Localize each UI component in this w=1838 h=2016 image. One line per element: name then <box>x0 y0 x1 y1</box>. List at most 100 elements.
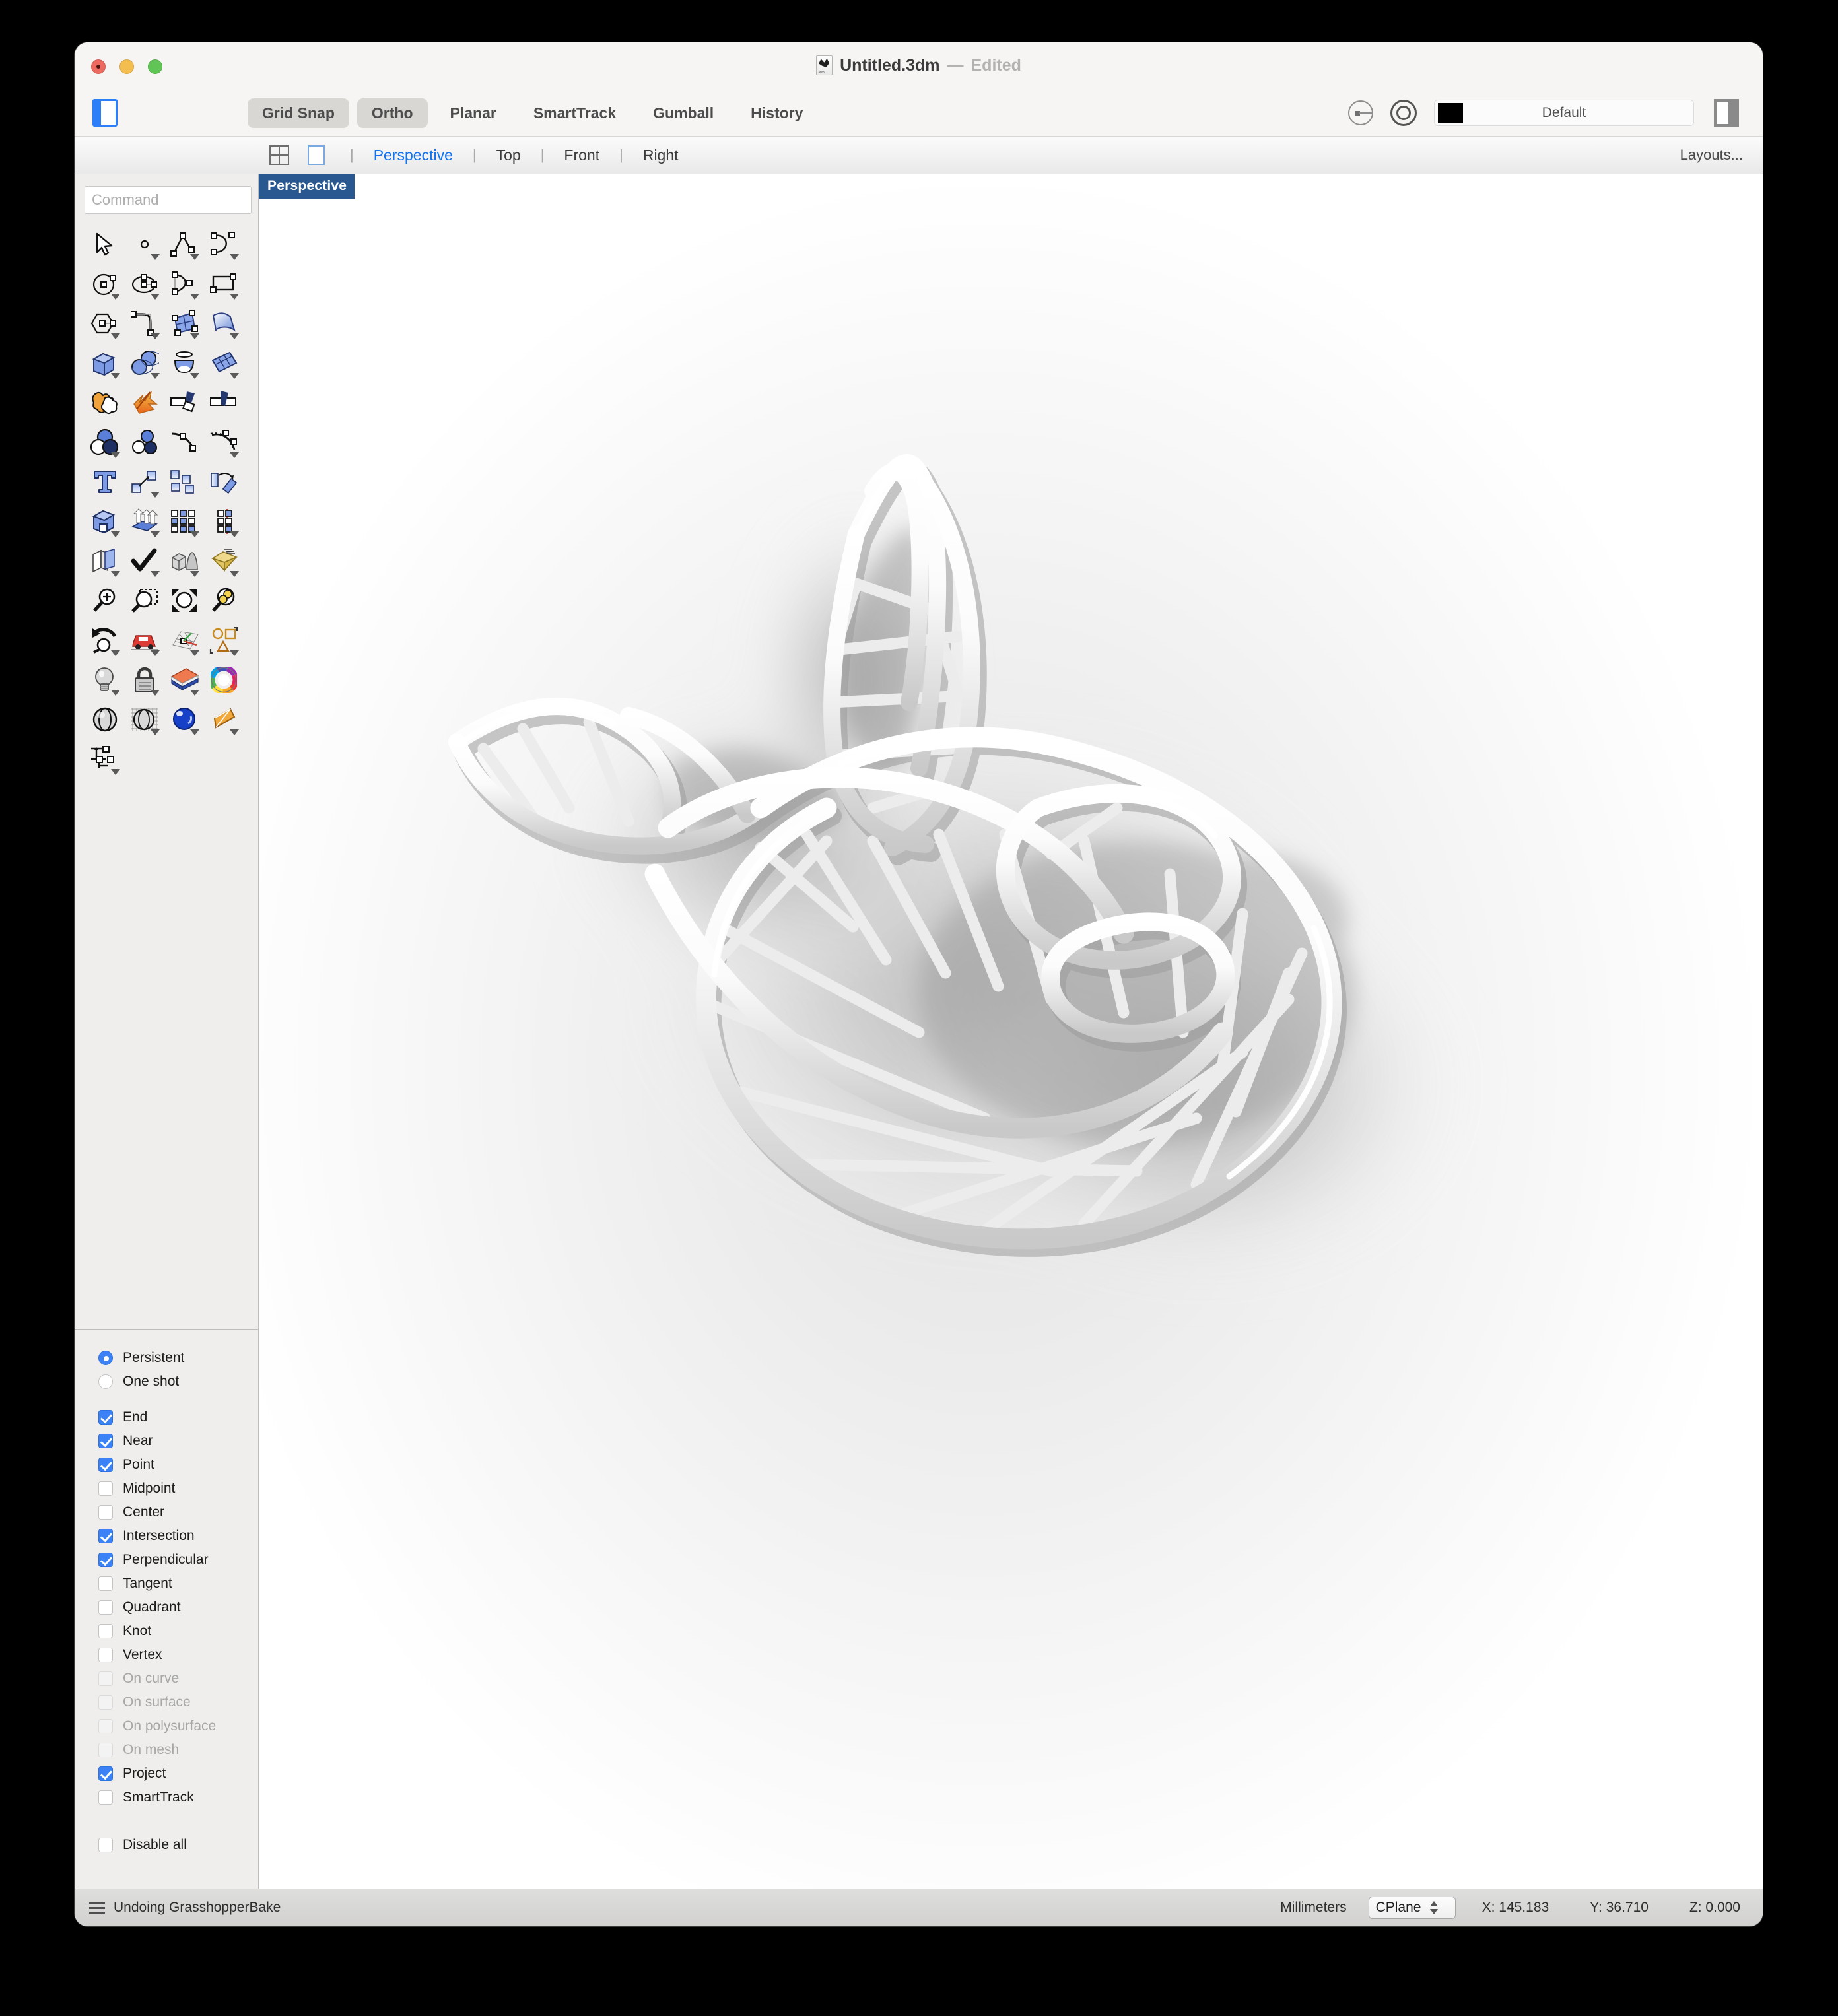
boolean-union-tool[interactable] <box>85 383 125 422</box>
ortho-button[interactable]: Ortho <box>357 98 428 128</box>
osnap-item-intersection[interactable]: Intersection <box>98 1524 258 1548</box>
viewport-label[interactable]: Perspective <box>259 174 355 199</box>
chevron-down-icon[interactable] <box>190 373 199 379</box>
osnap-circle-arrow-icon[interactable] <box>1348 100 1373 125</box>
arc-tool[interactable] <box>164 264 204 304</box>
chevron-down-icon[interactable] <box>230 729 239 735</box>
chevron-down-icon[interactable] <box>111 571 120 577</box>
cplane-select[interactable]: CPlane <box>1368 1897 1456 1919</box>
circle-tool[interactable] <box>85 264 125 304</box>
tab-top[interactable]: Top <box>487 147 530 164</box>
smarttrack-button[interactable]: SmartTrack <box>519 98 630 128</box>
chevron-down-icon[interactable] <box>190 333 199 339</box>
perspective-viewport[interactable]: Perspective <box>259 174 1763 1926</box>
chevron-down-icon[interactable] <box>111 373 120 379</box>
osnap-item-knot[interactable]: Knot <box>98 1619 258 1643</box>
light-tool[interactable] <box>85 660 125 700</box>
osnap-item-point[interactable]: Point <box>98 1453 258 1477</box>
chevron-down-icon[interactable] <box>230 650 239 656</box>
osnap-item-near[interactable]: Near <box>98 1429 258 1453</box>
chevron-down-icon[interactable] <box>151 531 160 537</box>
left-sidebar-toggle-icon[interactable] <box>92 99 118 127</box>
chevron-down-icon[interactable] <box>190 531 199 537</box>
move-tool[interactable] <box>125 462 164 502</box>
checkbox-knot[interactable] <box>98 1624 113 1638</box>
layer-tools[interactable] <box>85 541 125 581</box>
osnap-item-perpendicular[interactable]: Perpendicular <box>98 1548 258 1572</box>
osnap-item-center[interactable]: Center <box>98 1500 258 1524</box>
grid-snap-button[interactable]: Grid Snap <box>248 98 349 128</box>
zoom-previous-tool[interactable] <box>85 621 125 660</box>
named-views-tool[interactable] <box>125 621 164 660</box>
chevron-down-icon[interactable] <box>230 333 239 339</box>
extrude-array-tool[interactable] <box>125 502 164 541</box>
mesh-tools[interactable] <box>164 541 204 581</box>
checkbox-project[interactable] <box>98 1766 113 1781</box>
chevron-down-icon[interactable] <box>190 571 199 577</box>
zoom-tool[interactable] <box>85 581 125 621</box>
chevron-down-icon[interactable] <box>151 650 160 656</box>
chevron-down-icon[interactable] <box>230 294 239 300</box>
chevron-down-icon[interactable] <box>111 333 120 339</box>
osnap-item-midpoint[interactable]: Midpoint <box>98 1477 258 1500</box>
color-wheel-tool[interactable] <box>204 660 244 700</box>
chevron-down-icon[interactable] <box>151 373 160 379</box>
point-tool[interactable] <box>125 224 164 264</box>
osnap-item-smarttrack[interactable]: SmartTrack <box>98 1786 258 1809</box>
checkbox-disable-all[interactable] <box>98 1838 113 1852</box>
chevron-down-icon[interactable] <box>230 571 239 577</box>
chevron-down-icon[interactable] <box>230 254 239 260</box>
chevron-down-icon[interactable] <box>151 729 160 735</box>
osnap-disable-all[interactable]: Disable all <box>98 1833 258 1857</box>
box-tool[interactable] <box>85 343 125 383</box>
text-tool[interactable] <box>85 462 125 502</box>
checkbox-smarttrack[interactable] <box>98 1790 113 1805</box>
tab-front[interactable]: Front <box>555 147 609 164</box>
surface-patch-tool[interactable] <box>204 343 244 383</box>
fillet-tool[interactable] <box>125 304 164 343</box>
checkbox-tangent[interactable] <box>98 1576 113 1591</box>
revolve-tool[interactable] <box>164 343 204 383</box>
checkbox-quadrant[interactable] <box>98 1600 113 1615</box>
chevron-down-icon[interactable] <box>111 769 120 775</box>
record-circle-icon[interactable] <box>1390 100 1417 126</box>
split-tool[interactable] <box>164 383 204 422</box>
chevron-down-icon[interactable] <box>111 294 120 300</box>
chevron-down-icon[interactable] <box>151 254 160 260</box>
polygon-tool[interactable] <box>85 304 125 343</box>
chevron-down-icon[interactable] <box>151 333 160 339</box>
chevron-down-icon[interactable] <box>190 294 199 300</box>
osnap-mode-persistent[interactable]: Persistent <box>98 1346 258 1370</box>
tab-right[interactable]: Right <box>634 147 688 164</box>
chevron-down-icon[interactable] <box>230 452 239 458</box>
chevron-down-icon[interactable] <box>190 729 199 735</box>
checkbox-end[interactable] <box>98 1410 113 1425</box>
rebuild-curve-tool[interactable] <box>204 422 244 462</box>
mirror-tool[interactable] <box>204 502 244 541</box>
rendered-view-tool[interactable] <box>164 700 204 739</box>
curve-edit-points-tool[interactable] <box>164 422 204 462</box>
osnap-item-end[interactable]: End <box>98 1405 258 1429</box>
trim-tool[interactable] <box>204 383 244 422</box>
osnap-item-tangent[interactable]: Tangent <box>98 1572 258 1596</box>
curve-tool[interactable] <box>204 224 244 264</box>
copy-tool[interactable] <box>164 462 204 502</box>
chevron-down-icon[interactable] <box>111 531 120 537</box>
chevron-down-icon[interactable] <box>190 254 199 260</box>
chevron-down-icon[interactable] <box>190 690 199 696</box>
checkbox-midpoint[interactable] <box>98 1481 113 1496</box>
spotlight-tool[interactable] <box>204 700 244 739</box>
zoom-extents-tool[interactable] <box>164 581 204 621</box>
sphere-boolean-tool[interactable] <box>125 343 164 383</box>
boolean-ops-tool[interactable] <box>85 422 125 462</box>
right-sidebar-toggle-icon[interactable] <box>1714 99 1739 127</box>
rotate-tool[interactable] <box>204 462 244 502</box>
solid-edit-tool[interactable] <box>85 502 125 541</box>
checkbox-vertex[interactable] <box>98 1648 113 1662</box>
cplane-tool[interactable] <box>164 621 204 660</box>
dimension-tool[interactable] <box>85 739 125 779</box>
extrude-surface-tool[interactable] <box>204 304 244 343</box>
checkbox-point[interactable] <box>98 1458 113 1472</box>
radio-persistent[interactable] <box>98 1351 113 1365</box>
checkbox-center[interactable] <box>98 1505 113 1520</box>
